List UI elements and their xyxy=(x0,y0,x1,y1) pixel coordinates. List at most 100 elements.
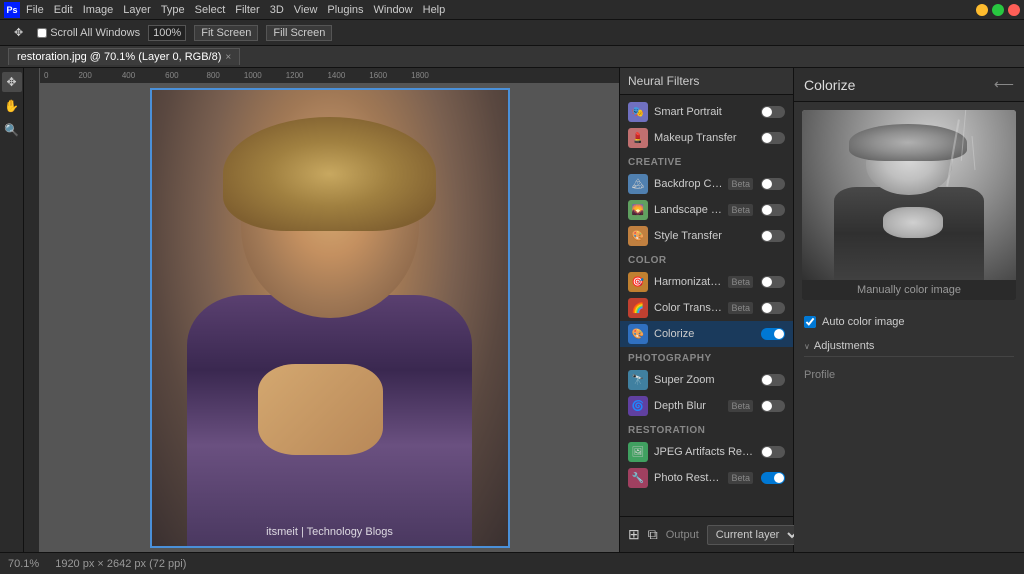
layers-icon[interactable]: ⊞ xyxy=(628,526,640,544)
menu-layer[interactable]: Layer xyxy=(123,4,151,16)
filter-super-zoom[interactable]: 🔭 Super Zoom xyxy=(620,367,793,393)
adjustments-label: Adjustments xyxy=(814,340,875,352)
smart-portrait-icon: 🎭 xyxy=(628,102,648,122)
tab-bar: restoration.jpg @ 70.1% (Layer 0, RGB/8)… xyxy=(0,46,1024,68)
scroll-all-checkbox[interactable]: Scroll All Windows xyxy=(37,27,140,39)
jpeg-artifacts-label: JPEG Artifacts Removal xyxy=(654,446,755,458)
menu-image[interactable]: Image xyxy=(83,4,114,16)
maximize-button[interactable] xyxy=(992,4,1004,16)
depth-blur-label: Depth Blur xyxy=(654,400,722,412)
profile-label: Profile xyxy=(804,365,1014,385)
vertical-ruler xyxy=(24,68,40,552)
menu-file[interactable]: File xyxy=(26,4,44,16)
menu-filter[interactable]: Filter xyxy=(235,4,259,16)
toolbar: ✥ Scroll All Windows 100% Fit Screen Fil… xyxy=(0,20,1024,46)
output-select[interactable]: Current layer New layer Smart filter xyxy=(707,525,801,545)
photo-restoration-icon: 🔧 xyxy=(628,468,648,488)
color-section-label: COLOR xyxy=(620,249,793,269)
menu-edit[interactable]: Edit xyxy=(54,4,73,16)
colorize-back-icon[interactable]: ⟵ xyxy=(994,76,1014,93)
menu-bar: Ps File Edit Image Layer Type Select Fil… xyxy=(0,0,1024,20)
auto-color-checkbox[interactable] xyxy=(804,316,816,328)
colorize-title: Colorize xyxy=(804,77,855,93)
neural-filters-content[interactable]: 🎭 Smart Portrait 💄 Makeup Transfer CREAT… xyxy=(620,95,793,516)
auto-color-row: Auto color image xyxy=(804,316,1014,328)
tab-close-icon[interactable]: × xyxy=(225,52,231,63)
adjustments-arrow-icon: ∨ xyxy=(804,342,810,351)
makeup-transfer-icon: 💄 xyxy=(628,128,648,148)
harmonization-toggle[interactable] xyxy=(761,276,785,288)
adjustments-toggle[interactable]: ∨ Adjustments xyxy=(804,336,1014,357)
color-transfer-label: Color Transfer xyxy=(654,302,722,314)
colorize-icon: 🎨 xyxy=(628,324,648,344)
menu-plugins[interactable]: Plugins xyxy=(327,4,363,16)
window-controls xyxy=(976,4,1020,16)
filter-smart-portrait[interactable]: 🎭 Smart Portrait xyxy=(620,99,793,125)
minimize-button[interactable] xyxy=(976,4,988,16)
makeup-transfer-toggle[interactable] xyxy=(761,132,785,144)
photography-section-label: PHOTOGRAPHY xyxy=(620,347,793,367)
depth-blur-icon: 🌀 xyxy=(628,396,648,416)
filter-style-transfer[interactable]: 🎨 Style Transfer xyxy=(620,223,793,249)
close-button[interactable] xyxy=(1008,4,1020,16)
main-layout: ✥ ✋ 🔍 0 200 400 600 800 1000 1200 1400 1… xyxy=(0,68,1024,552)
menu-3d[interactable]: 3D xyxy=(270,4,284,16)
zoom-input[interactable]: 100% xyxy=(148,25,186,41)
backdrop-toggle[interactable] xyxy=(761,178,785,190)
file-tab[interactable]: restoration.jpg @ 70.1% (Layer 0, RGB/8)… xyxy=(8,48,240,65)
zoom-tool-icon[interactable]: 🔍 xyxy=(2,120,22,140)
size-status: 1920 px × 2642 px (72 ppi) xyxy=(55,558,186,570)
canvas-image[interactable]: itsmeit | Technology Blogs xyxy=(40,84,619,552)
colorize-toggle[interactable] xyxy=(761,328,785,340)
watermark: itsmeit | Technology Blogs xyxy=(266,526,393,538)
style-transfer-label: Style Transfer xyxy=(654,230,755,242)
tab-filename: restoration.jpg @ 70.1% (Layer 0, RGB/8) xyxy=(17,51,221,63)
filter-harmonization[interactable]: 🎯 Harmonization Beta xyxy=(620,269,793,295)
landscape-toggle[interactable] xyxy=(761,204,785,216)
restoration-section-label: RESTORATION xyxy=(620,419,793,439)
menu-window[interactable]: Window xyxy=(374,4,413,16)
colorize-options: Auto color image ∨ Adjustments Profile xyxy=(794,308,1024,393)
neural-filters-header: Neural Filters xyxy=(620,68,793,95)
preview-label: Manually color image xyxy=(802,280,1016,300)
canvas-area: 0 200 400 600 800 1000 1200 1400 1600 18… xyxy=(24,68,619,552)
auto-color-label: Auto color image xyxy=(822,316,905,328)
landscape-badge: Beta xyxy=(728,204,753,216)
hand-tool-icon[interactable]: ✋ xyxy=(2,96,22,116)
super-zoom-toggle[interactable] xyxy=(761,374,785,386)
move-tool[interactable]: ✥ xyxy=(8,24,29,41)
move-tool-icon[interactable]: ✥ xyxy=(2,72,22,92)
color-transfer-toggle[interactable] xyxy=(761,302,785,314)
filter-backdrop[interactable]: 🏔 Backdrop Crea... Beta xyxy=(620,171,793,197)
filter-photo-restoration[interactable]: 🔧 Photo Restorat... Beta xyxy=(620,465,793,491)
photo-restoration-badge: Beta xyxy=(728,472,753,484)
filter-jpeg-artifacts[interactable]: 🖼 JPEG Artifacts Removal xyxy=(620,439,793,465)
menu-help[interactable]: Help xyxy=(423,4,446,16)
super-zoom-icon: 🔭 xyxy=(628,370,648,390)
menu-view[interactable]: View xyxy=(294,4,318,16)
photo-restoration-toggle[interactable] xyxy=(761,472,785,484)
filter-depth-blur[interactable]: 🌀 Depth Blur Beta xyxy=(620,393,793,419)
fit-screen-button[interactable]: Fit Screen xyxy=(194,25,258,41)
filter-makeup-transfer[interactable]: 💄 Makeup Transfer xyxy=(620,125,793,151)
photo-restoration-label: Photo Restorat... xyxy=(654,472,722,484)
smart-portrait-toggle[interactable] xyxy=(761,106,785,118)
menu-select[interactable]: Select xyxy=(195,4,226,16)
filter-colorize[interactable]: 🎨 Colorize xyxy=(620,321,793,347)
style-transfer-icon: 🎨 xyxy=(628,226,648,246)
fill-screen-button[interactable]: Fill Screen xyxy=(266,25,332,41)
depth-blur-toggle[interactable] xyxy=(761,400,785,412)
filter-landscape[interactable]: 🌄 Landscape Mi... Beta xyxy=(620,197,793,223)
backdrop-icon: 🏔 xyxy=(628,174,648,194)
status-bar: 70.1% 1920 px × 2642 px (72 ppi) xyxy=(0,552,1024,574)
backdrop-badge: Beta xyxy=(728,178,753,190)
colorize-preview: Manually color image xyxy=(802,110,1016,300)
horizontal-ruler: 0 200 400 600 800 1000 1200 1400 1600 18… xyxy=(24,68,619,84)
layers-manage-icon[interactable]: ⧉ xyxy=(648,526,658,544)
output-label: Output xyxy=(666,529,699,541)
jpeg-artifacts-toggle[interactable] xyxy=(761,446,785,458)
menu-type[interactable]: Type xyxy=(161,4,185,16)
makeup-transfer-label: Makeup Transfer xyxy=(654,132,755,144)
style-transfer-toggle[interactable] xyxy=(761,230,785,242)
filter-color-transfer[interactable]: 🌈 Color Transfer Beta xyxy=(620,295,793,321)
